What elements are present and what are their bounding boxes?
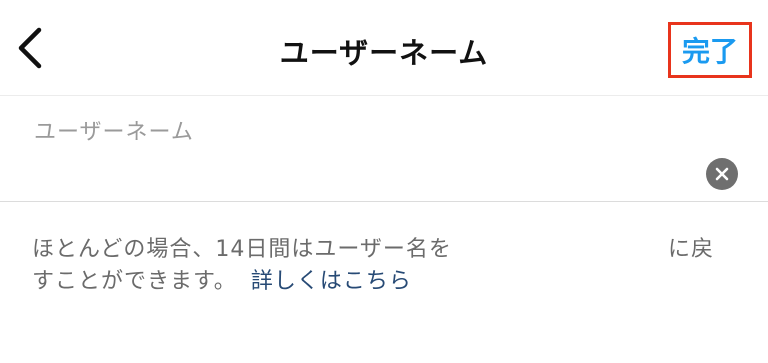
learn-more-link[interactable]: 詳しくはこちら — [251, 269, 412, 294]
help-text-line1-tail: に戻 — [668, 237, 715, 262]
done-button[interactable]: 完了 — [668, 22, 752, 78]
help-line-2: すことができます。 詳しくはこちら — [32, 266, 732, 298]
help-text-line2: すことができます。 — [32, 269, 237, 294]
clear-circle-icon — [715, 167, 729, 181]
navigation-bar: ユーザーネーム 完了 — [0, 0, 768, 96]
help-text: ほとんどの場合、14日間はユーザー名を に戻 すことができます。 詳しくはこちら — [32, 234, 732, 298]
help-line-1: ほとんどの場合、14日間はユーザー名を に戻 — [32, 234, 732, 266]
clear-input-button[interactable] — [706, 158, 738, 190]
username-input[interactable] — [30, 154, 698, 194]
page-title: ユーザーネーム — [279, 36, 489, 70]
help-text-line1: ほとんどの場合、14日間はユーザー名を — [32, 237, 452, 262]
username-field-section: ユーザーネーム — [0, 96, 768, 202]
username-field-label: ユーザーネーム — [34, 120, 194, 145]
edit-username-screen: ユーザーネーム 完了 ユーザーネーム ほとんどの場合、14日間はユーザー名を に… — [0, 0, 768, 363]
